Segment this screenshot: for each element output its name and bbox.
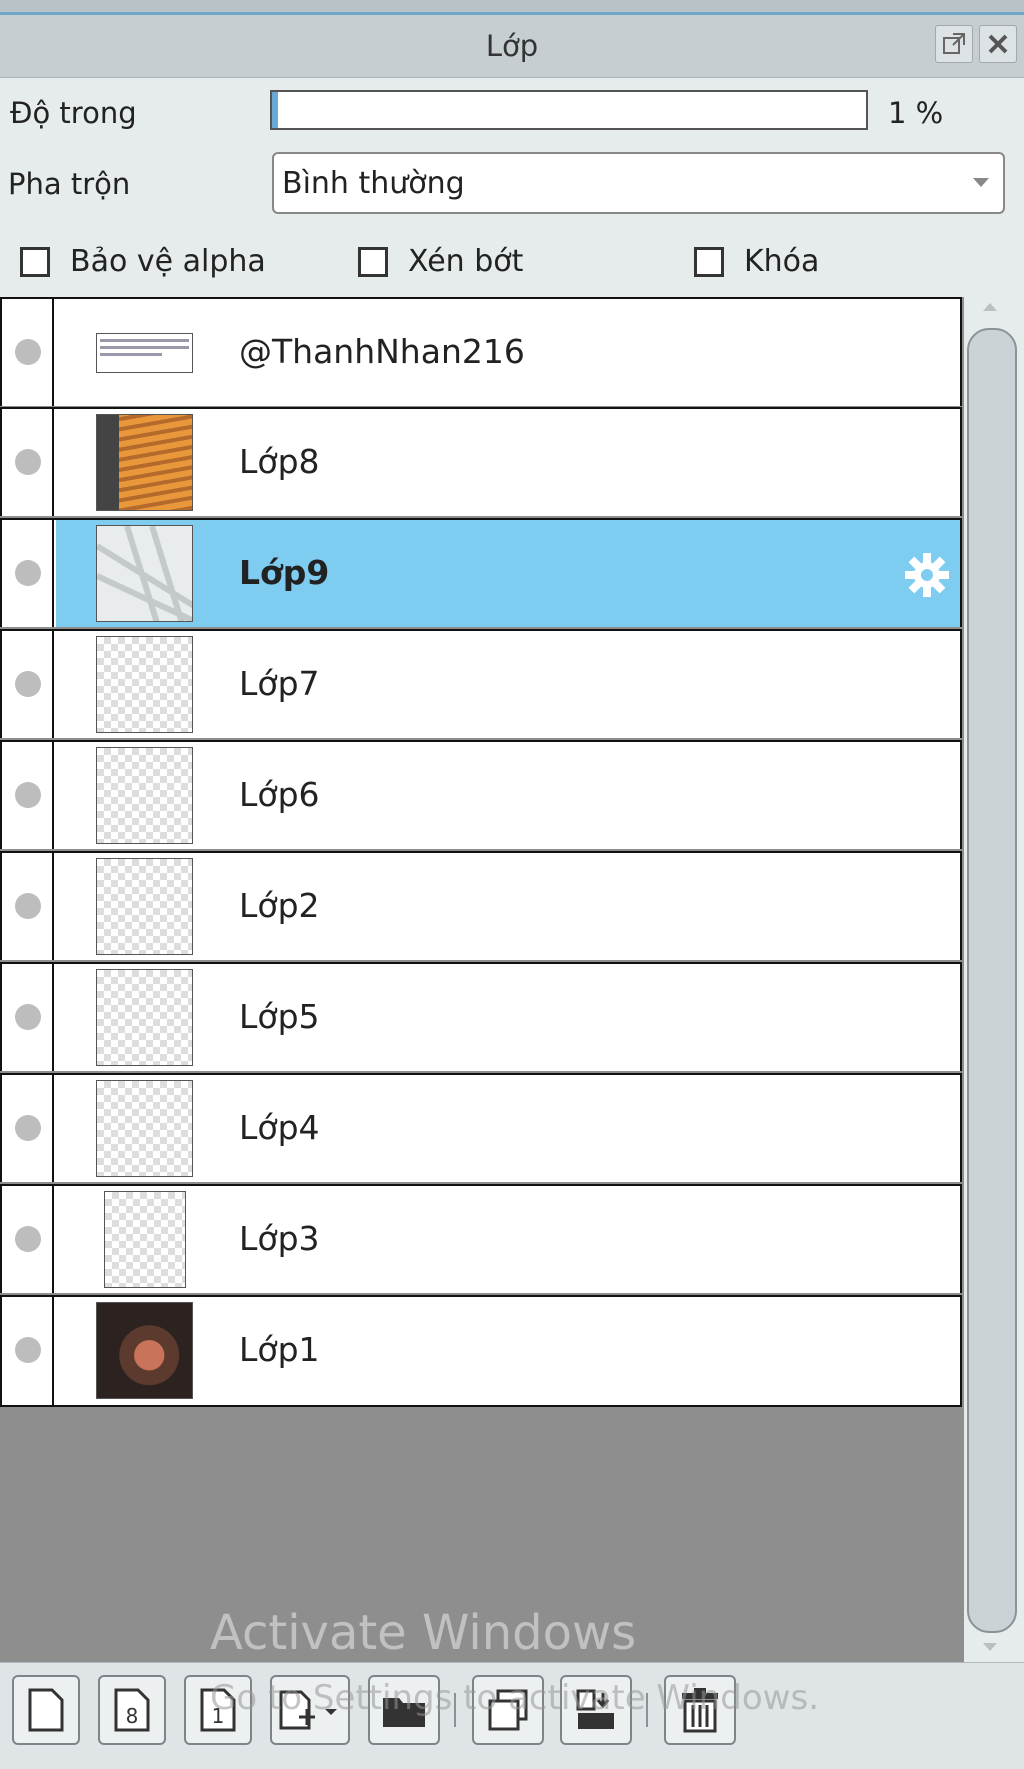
- layer-settings-button[interactable]: [902, 550, 952, 604]
- visibility-dot-icon: [15, 449, 41, 475]
- lock-checkbox[interactable]: Khóa: [694, 244, 819, 279]
- layer-row[interactable]: Lớp6: [0, 740, 962, 849]
- checkbox-box[interactable]: [694, 246, 724, 277]
- blend-label: Pha trộn: [8, 167, 131, 201]
- new-8bit-layer-icon: 8: [114, 1688, 150, 1732]
- layer-thumbnail: [96, 969, 193, 1066]
- detach-icon: [943, 33, 965, 54]
- blend-mode-select[interactable]: Bình thường: [272, 152, 1005, 214]
- layer-thumbnail: [96, 1302, 193, 1399]
- layer-thumbnail: [104, 1191, 186, 1288]
- layer-name: Lớp2: [239, 886, 320, 925]
- layer-list: @ThanhNhan216 Lớp8 Lớp9 Lớp7 Lớp6 Lớp2 L…: [0, 297, 964, 1662]
- scroll-up-icon[interactable]: [983, 303, 997, 311]
- panel-titlebar: Lớp: [0, 15, 1024, 78]
- visibility-toggle[interactable]: [2, 520, 54, 627]
- visibility-dot-icon: [15, 339, 41, 365]
- visibility-toggle[interactable]: [2, 631, 54, 738]
- panel-title: Lớp: [485, 29, 539, 63]
- layer-row[interactable]: Lớp8: [0, 407, 962, 516]
- layer-thumbnail: [96, 1080, 193, 1177]
- new-layer-icon: [28, 1688, 64, 1732]
- visibility-dot-icon: [15, 782, 41, 808]
- layer-row[interactable]: Lớp5: [0, 962, 962, 1071]
- visibility-toggle[interactable]: [2, 409, 54, 516]
- layer-name: Lớp9: [239, 553, 330, 592]
- visibility-toggle[interactable]: [2, 853, 54, 960]
- blend-mode-value: Bình thường: [282, 166, 465, 201]
- layer-row[interactable]: Lớp2: [0, 851, 962, 960]
- layer-row[interactable]: Lớp4: [0, 1073, 962, 1182]
- new8-text: 8: [126, 1704, 139, 1728]
- close-button[interactable]: [979, 25, 1017, 63]
- visibility-toggle[interactable]: [2, 742, 54, 849]
- scrollbar-thumb[interactable]: [967, 328, 1017, 1633]
- layer-row[interactable]: @ThanhNhan216: [0, 297, 962, 406]
- layer-thumbnail: [96, 525, 193, 622]
- layer-thumbnail: [96, 636, 193, 733]
- lock-label: Khóa: [744, 244, 820, 279]
- scroll-down-icon[interactable]: [983, 1643, 997, 1651]
- protect-alpha-checkbox[interactable]: Bảo vệ alpha: [20, 244, 266, 279]
- visibility-dot-icon: [15, 1004, 41, 1030]
- clipping-label: Xén bớt: [408, 244, 524, 279]
- clipping-checkbox[interactable]: Xén bớt: [358, 244, 523, 279]
- visibility-toggle[interactable]: [2, 1186, 54, 1293]
- visibility-dot-icon: [15, 893, 41, 919]
- layer-row[interactable]: Lớp3: [0, 1184, 962, 1293]
- layer-name: Lớp4: [239, 1108, 320, 1147]
- visibility-dot-icon: [15, 1337, 41, 1363]
- layer-thumbnail: [96, 747, 193, 844]
- opacity-slider[interactable]: [270, 90, 868, 130]
- activate-windows-subtitle: Go to Settings to activate Windows.: [210, 1678, 819, 1718]
- checkbox-box[interactable]: [20, 246, 50, 277]
- visibility-toggle[interactable]: [2, 1297, 54, 1405]
- layer-thumbnail: [96, 858, 193, 955]
- visibility-toggle[interactable]: [2, 299, 54, 406]
- detach-button[interactable]: [935, 25, 973, 63]
- layer-thumbnail: [96, 414, 193, 511]
- visibility-dot-icon: [15, 1115, 41, 1141]
- close-icon: [988, 34, 1008, 54]
- new-layer-button[interactable]: [12, 1675, 80, 1745]
- layer-thumbnail: [96, 333, 193, 373]
- visibility-dot-icon: [15, 1226, 41, 1252]
- opacity-value: 1 %: [888, 96, 944, 130]
- layer-name: Lớp7: [239, 664, 320, 703]
- visibility-toggle[interactable]: [2, 1075, 54, 1182]
- checkbox-box[interactable]: [358, 246, 388, 277]
- layer-name: Lớp3: [239, 1219, 320, 1258]
- opacity-fill: [272, 92, 278, 128]
- new-8bit-layer-button[interactable]: 8: [98, 1675, 166, 1745]
- gear-icon: [905, 553, 949, 597]
- visibility-toggle[interactable]: [2, 964, 54, 1071]
- layer-name: Lớp8: [239, 442, 320, 481]
- top-strip: [0, 0, 1024, 15]
- layer-name: Lớp1: [239, 1330, 320, 1369]
- visibility-dot-icon: [15, 671, 41, 697]
- layer-name: Lớp6: [239, 775, 320, 814]
- opacity-label: Độ trong: [10, 96, 137, 130]
- protect-alpha-label: Bảo vệ alpha: [70, 244, 266, 279]
- activate-windows-title: Activate Windows: [210, 1605, 637, 1661]
- chevron-down-icon: [973, 178, 989, 187]
- layer-name: @ThanhNhan216: [239, 332, 525, 371]
- layer-row[interactable]: Lớp1: [0, 1295, 962, 1407]
- layer-row[interactable]: Lớp7: [0, 629, 962, 738]
- layer-row-selected[interactable]: Lớp9: [0, 518, 962, 627]
- layer-name: Lớp5: [239, 997, 320, 1036]
- visibility-dot-icon: [15, 560, 41, 586]
